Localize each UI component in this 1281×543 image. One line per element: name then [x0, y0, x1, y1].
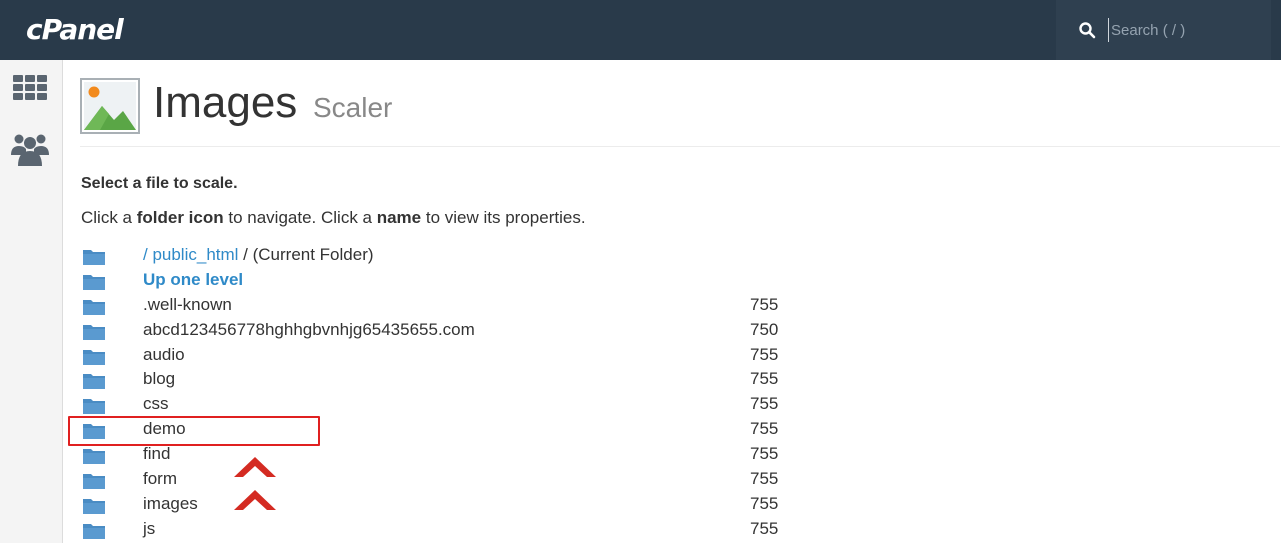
instruction-part: to navigate. Click a — [223, 208, 377, 227]
current-folder-suffix: / (Current Folder) — [238, 245, 374, 264]
folder-permissions: 750 — [750, 319, 779, 339]
image-scaler-icon — [80, 78, 140, 134]
table-row: demo 755 — [82, 417, 802, 442]
folder-permissions: 755 — [750, 444, 779, 464]
folder-icon[interactable] — [82, 471, 106, 490]
table-row: js 755 — [82, 517, 802, 542]
folder-name[interactable]: css — [143, 394, 169, 414]
sidebar — [0, 60, 63, 543]
instruction-text: Click a folder icon to navigate. Click a… — [81, 208, 586, 228]
search-input[interactable] — [1108, 18, 1258, 42]
folder-permissions: 755 — [750, 394, 779, 414]
folder-permissions: 755 — [750, 419, 779, 439]
folder-name[interactable]: images — [143, 494, 198, 514]
instruction-part: to view its properties. — [421, 208, 586, 227]
search-icon — [1079, 22, 1096, 39]
folder-icon[interactable] — [82, 521, 106, 540]
current-folder-row: / public_html / (Current Folder) — [82, 243, 802, 268]
folder-name[interactable]: blog — [143, 369, 175, 389]
current-folder-label: / public_html / (Current Folder) — [143, 245, 374, 265]
folder-permissions: 755 — [750, 518, 779, 538]
search-box — [1056, 0, 1271, 60]
folder-list: / public_html / (Current Folder) Up one … — [82, 243, 802, 542]
table-row: audio 755 — [82, 343, 802, 368]
folder-icon[interactable] — [82, 272, 106, 291]
page-subtitle: Scaler — [313, 92, 393, 123]
instruction-emphasis-folder-icon: folder icon — [136, 208, 224, 227]
folder-name[interactable]: abcd123456778hghhgbvnhjg65435655.com — [143, 320, 475, 340]
folder-icon[interactable] — [82, 371, 106, 390]
folder-icon[interactable] — [82, 247, 106, 266]
folder-icon[interactable] — [82, 322, 106, 341]
table-row: form 755 — [82, 467, 802, 492]
folder-name[interactable]: audio — [143, 345, 185, 365]
table-row: find 755 — [82, 442, 802, 467]
header-divider — [80, 146, 1280, 147]
folder-name[interactable]: js — [143, 519, 155, 539]
instruction-part: Click a — [81, 208, 137, 227]
folder-permissions: 755 — [750, 294, 779, 314]
current-folder-path-link[interactable]: / public_html — [143, 245, 238, 264]
sidebar-item-users[interactable] — [10, 128, 54, 172]
table-row: css 755 — [82, 392, 802, 417]
folder-permissions: 755 — [750, 493, 779, 513]
folder-name[interactable]: demo — [143, 419, 186, 439]
instruction-emphasis-name: name — [376, 208, 422, 227]
folder-permissions: 755 — [750, 344, 779, 364]
folder-icon[interactable] — [82, 396, 106, 415]
table-row: blog 755 — [82, 367, 802, 392]
table-row: images 755 — [82, 492, 802, 517]
page-title: Images — [153, 78, 298, 127]
folder-name[interactable]: .well-known — [143, 295, 232, 315]
folder-icon[interactable] — [82, 297, 106, 316]
folder-icon[interactable] — [82, 496, 106, 515]
folder-name[interactable]: find — [143, 444, 170, 464]
folder-icon[interactable] — [82, 446, 106, 465]
up-one-level-row: Up one level — [82, 268, 802, 293]
folder-name[interactable]: form — [143, 469, 177, 489]
folder-permissions: 755 — [750, 469, 779, 489]
sidebar-item-home[interactable] — [10, 68, 54, 112]
instruction-heading: Select a file to scale. — [81, 175, 238, 192]
folder-icon[interactable] — [82, 421, 106, 440]
top-bar: cPanel — [0, 0, 1281, 60]
folder-permissions: 755 — [750, 369, 779, 389]
table-row: .well-known 755 — [82, 293, 802, 318]
table-row: abcd123456778hghhgbvnhjg65435655.com 750 — [82, 318, 802, 343]
up-one-level-link[interactable]: Up one level — [143, 270, 243, 290]
cpanel-logo[interactable]: cPanel — [26, 13, 124, 46]
users-icon — [11, 134, 49, 166]
folder-icon[interactable] — [82, 347, 106, 366]
grid-icon — [13, 75, 47, 100]
